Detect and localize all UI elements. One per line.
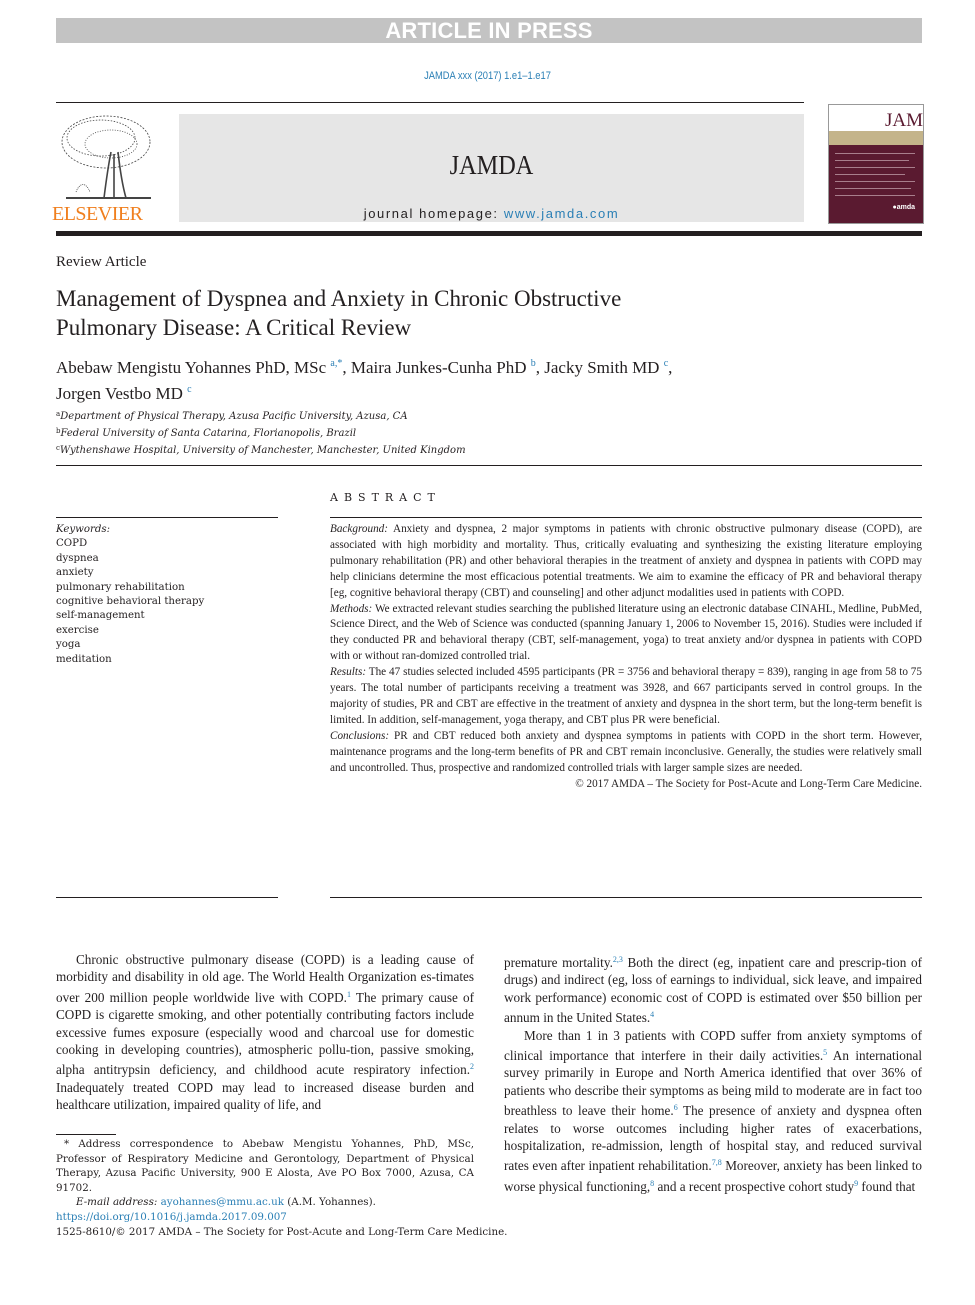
article-in-press-banner: ARTICLE IN PRESS — [56, 18, 922, 43]
body-paragraph: Chronic obstructive pulmonary disease (C… — [56, 952, 475, 1113]
journal-name: JAMDA — [449, 150, 534, 180]
abstract-bottom-rule — [330, 897, 922, 898]
reference-link[interactable]: 2 — [470, 1062, 474, 1071]
keyword-item: cognitive behavioral therapy — [56, 596, 205, 608]
keyword-item: exercise — [56, 624, 99, 636]
journal-citation-link[interactable]: JAMDA xxx (2017) 1.e1–1.e17 — [73, 70, 902, 82]
keyword-item: self-management — [56, 610, 145, 622]
abstract-top-rule — [330, 517, 922, 518]
section-rule — [56, 465, 922, 466]
affiliation-item: cWythenshawe Hospital, University of Man… — [56, 444, 466, 456]
doi-link[interactable]: https://doi.org/10.1016/j.jamda.2017.09.… — [56, 1211, 287, 1223]
abstract-heading: ABSTRACT — [330, 491, 441, 504]
abstract-results: Results: The 47 studies selected include… — [330, 666, 922, 726]
keywords-bottom-rule — [56, 897, 278, 898]
article-title: Management of Dyspnea and Anxiety in Chr… — [56, 284, 816, 342]
elsevier-wordmark: ELSEVIER — [52, 203, 143, 225]
journal-cover-thumbnail: JAMDA ●amda — [828, 104, 924, 224]
body-column-right: premature mortality.2,3 Both the direct … — [504, 951, 922, 1195]
title-line-2: Pulmonary Disease: A Critical Review — [56, 315, 412, 340]
author-name: Maira Junkes-Cunha PhD — [350, 358, 527, 377]
journal-homepage: journal homepage: www.jamda.com — [179, 206, 804, 221]
keyword-item: meditation — [56, 653, 112, 665]
body-paragraph: premature mortality.2,3 Both the direct … — [504, 955, 922, 1026]
article-type: Review Article — [56, 254, 147, 270]
affiliations: aDepartment of Physical Therapy, Azusa P… — [56, 407, 466, 458]
affiliation-link[interactable]: a,* — [330, 358, 342, 369]
keywords-top-rule — [56, 517, 278, 518]
author-separator: , — [342, 358, 351, 377]
keyword-item: anxiety — [56, 567, 94, 579]
abstract-methods: Methods: We extracted relevant studies s… — [330, 602, 922, 663]
correspondence-footnote: * Address correspondence to Abebaw Mengi… — [56, 1137, 474, 1210]
homepage-label: journal homepage: — [363, 206, 504, 221]
homepage-link[interactable]: www.jamda.com — [504, 206, 619, 221]
abstract-conclusions: Conclusions: PR and CBT reduced both anx… — [330, 729, 922, 774]
title-line-1: Management of Dyspnea and Anxiety in Chr… — [56, 286, 622, 311]
author-separator: , — [668, 358, 673, 377]
header-top-rule — [56, 102, 804, 103]
author-name: Abebaw Mengistu Yohannes PhD, MSc — [56, 358, 327, 377]
author-name: Jacky Smith MD — [544, 358, 660, 377]
abstract-copyright: © 2017 AMDA – The Society for Post-Acute… — [575, 777, 922, 790]
email-link[interactable]: ayohannes@mmu.ac.uk — [161, 1196, 284, 1208]
keyword-item: yoga — [56, 639, 81, 651]
affiliation-link[interactable]: c — [187, 384, 191, 395]
abstract-background: Background: Anxiety and dyspnea, 2 major… — [330, 523, 922, 599]
author-separator: , — [535, 358, 545, 377]
affiliation-item: bFederal University of Santa Catarina, F… — [56, 427, 357, 439]
footnote-rule — [56, 1134, 116, 1135]
reference-link[interactable]: 2,3 — [613, 955, 623, 964]
reference-link[interactable]: 4 — [650, 1010, 654, 1019]
cover-logo: ●amda — [892, 204, 915, 211]
author-list: Abebaw Mengistu Yohannes PhD, MSc a,*, M… — [56, 353, 816, 405]
keyword-item: pulmonary rehabilitation — [56, 581, 185, 593]
issn-line: 1525-8610/© 2017 AMDA – The Society for … — [56, 1226, 508, 1238]
abstract-body: Background: Anxiety and dyspnea, 2 major… — [330, 522, 922, 792]
author-name: Jorgen Vestbo MD — [56, 384, 183, 403]
email-line: E-mail address: ayohannes@mmu.ac.uk (A.M… — [76, 1196, 376, 1208]
keywords-label: Keywords: — [56, 524, 111, 535]
keywords-list: Keywords: COPD dyspnea anxiety pulmonary… — [56, 523, 204, 667]
affiliation-item: aDepartment of Physical Therapy, Azusa P… — [56, 410, 408, 422]
header-bottom-rule — [56, 231, 922, 236]
correspondence-text: * Address correspondence to Abebaw Mengi… — [56, 1138, 474, 1194]
body-paragraph: More than 1 in 3 patients with COPD suff… — [504, 1027, 922, 1194]
reference-link[interactable]: 7,8 — [712, 1158, 722, 1167]
keyword-item: COPD — [56, 538, 88, 550]
body-column-left: Chronic obstructive pulmonary disease (C… — [56, 951, 474, 1114]
doi-block: https://doi.org/10.1016/j.jamda.2017.09.… — [56, 1210, 507, 1240]
keyword-item: dyspnea — [56, 552, 99, 564]
